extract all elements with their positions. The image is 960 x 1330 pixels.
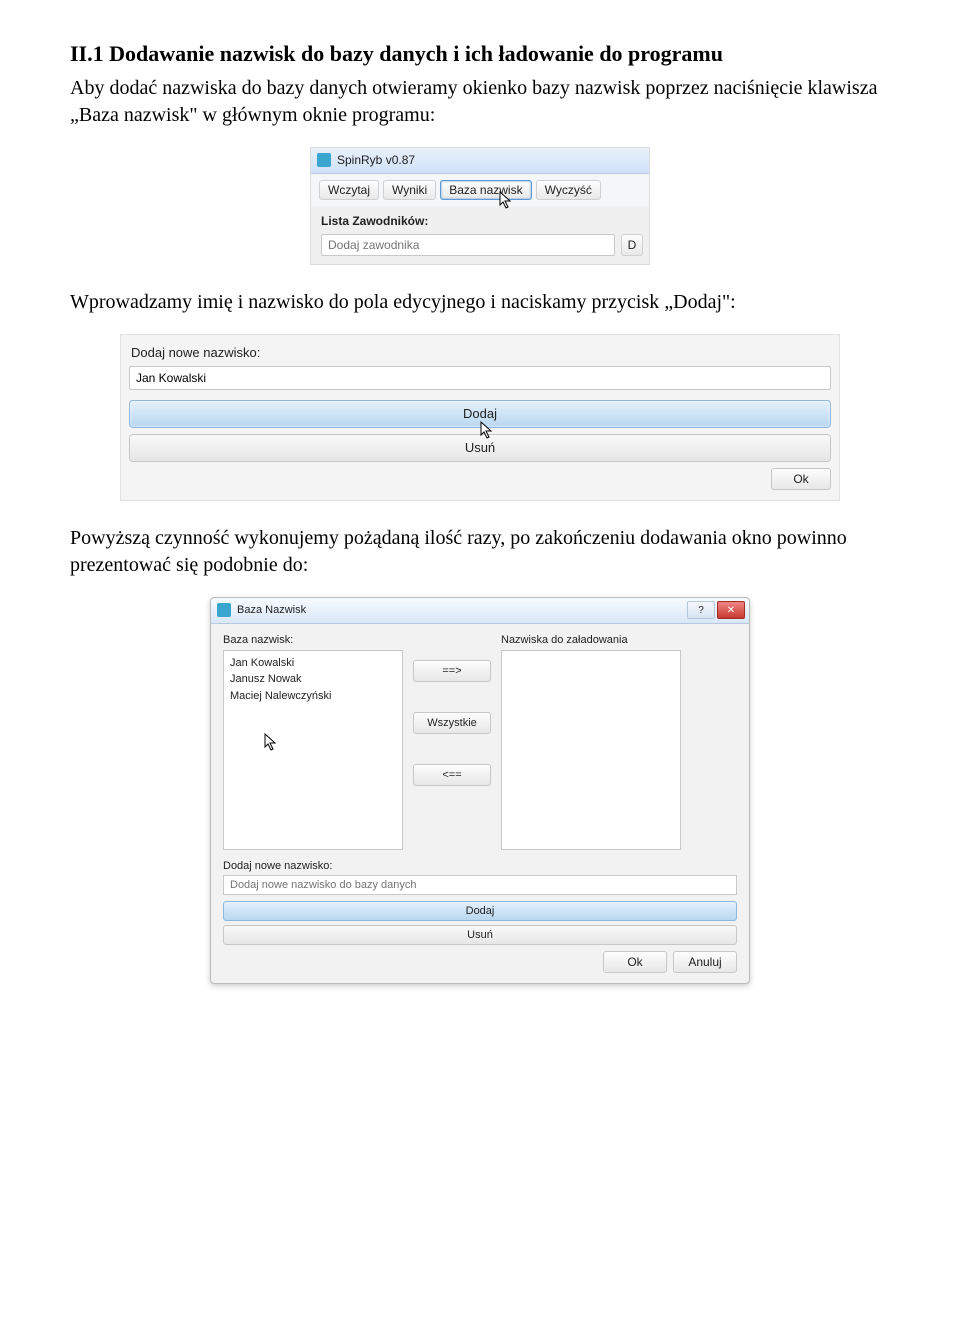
screenshot-dodaj-panel: Dodaj nowe nazwisko: Dodaj Usuń Ok — [120, 334, 840, 501]
dodaj-button[interactable]: Dodaj — [129, 400, 831, 428]
toolbar: Wczytaj Wyniki Baza nazwisk Wyczyść — [311, 174, 649, 206]
app-icon — [217, 603, 231, 617]
paragraph-3: Powyższą czynność wykonujemy pożądaną il… — [70, 525, 890, 579]
paragraph-2: Wprowadzamy imię i nazwisko do pola edyc… — [70, 289, 890, 316]
dialog-titlebar: Baza Nazwisk ? ✕ — [211, 598, 749, 624]
dodaj-button-label: Dodaj — [463, 406, 497, 421]
cursor-icon — [264, 733, 278, 759]
do-zaladowania-header: Nazwiska do załadowania — [501, 634, 681, 646]
help-button[interactable]: ? — [687, 601, 715, 619]
paragraph-1: Aby dodać nazwiska do bazy danych otwier… — [70, 75, 890, 129]
dodaj-zawodnika-button-stub[interactable]: D — [621, 234, 643, 256]
wczytaj-button[interactable]: Wczytaj — [319, 180, 379, 200]
move-left-button[interactable]: <== — [413, 764, 491, 786]
dodaj-nazwisko-label: Dodaj nowe nazwisko: — [223, 860, 737, 872]
baza-nazwisk-listbox[interactable]: Jan Kowalski Janusz Nowak Maciej Nalewcz… — [223, 650, 403, 850]
dodaj-zawodnika-input[interactable] — [321, 234, 615, 256]
ok-button[interactable]: Ok — [771, 468, 831, 490]
lista-zawodnikow-label: Lista Zawodników: — [311, 206, 649, 232]
nazwisko-input[interactable] — [129, 366, 831, 390]
baza-nazwisk-header: Baza nazwisk: — [223, 634, 403, 646]
move-all-button[interactable]: Wszystkie — [413, 712, 491, 734]
dodaj-nazwisko-label: Dodaj nowe nazwisko: — [129, 341, 831, 366]
dodaj-nazwisko-input[interactable] — [223, 875, 737, 895]
section-heading: II.1 Dodawanie nazwisk do bazy danych i … — [70, 40, 890, 69]
usun-button[interactable]: Usuń — [129, 434, 831, 462]
app-title: SpinRyb v0.87 — [337, 153, 415, 167]
baza-nazwisk-label: Baza nazwisk — [449, 183, 522, 197]
usun-button[interactable]: Usuń — [223, 925, 737, 945]
list-item[interactable]: Janusz Nowak — [230, 671, 396, 688]
ok-button[interactable]: Ok — [603, 951, 667, 973]
anuluj-button[interactable]: Anuluj — [673, 951, 737, 973]
app-icon — [317, 153, 331, 167]
dodaj-button[interactable]: Dodaj — [223, 901, 737, 921]
wyczysc-button[interactable]: Wyczyść — [536, 180, 601, 200]
list-item[interactable]: Jan Kowalski — [230, 655, 396, 672]
screenshot-spinryb-toolbar: SpinRyb v0.87 Wczytaj Wyniki Baza nazwis… — [310, 147, 650, 265]
wyniki-button[interactable]: Wyniki — [383, 180, 436, 200]
list-item[interactable]: Maciej Nalewczyński — [230, 688, 396, 705]
dialog-title: Baza Nazwisk — [237, 604, 306, 616]
baza-nazwisk-button[interactable]: Baza nazwisk — [440, 180, 531, 200]
close-button[interactable]: ✕ — [717, 601, 745, 619]
do-zaladowania-listbox[interactable] — [501, 650, 681, 850]
window-titlebar: SpinRyb v0.87 — [311, 148, 649, 174]
move-right-button[interactable]: ==> — [413, 660, 491, 682]
screenshot-baza-nazwisk-dialog: Baza Nazwisk ? ✕ Baza nazwisk: Jan Kowal… — [210, 597, 750, 984]
